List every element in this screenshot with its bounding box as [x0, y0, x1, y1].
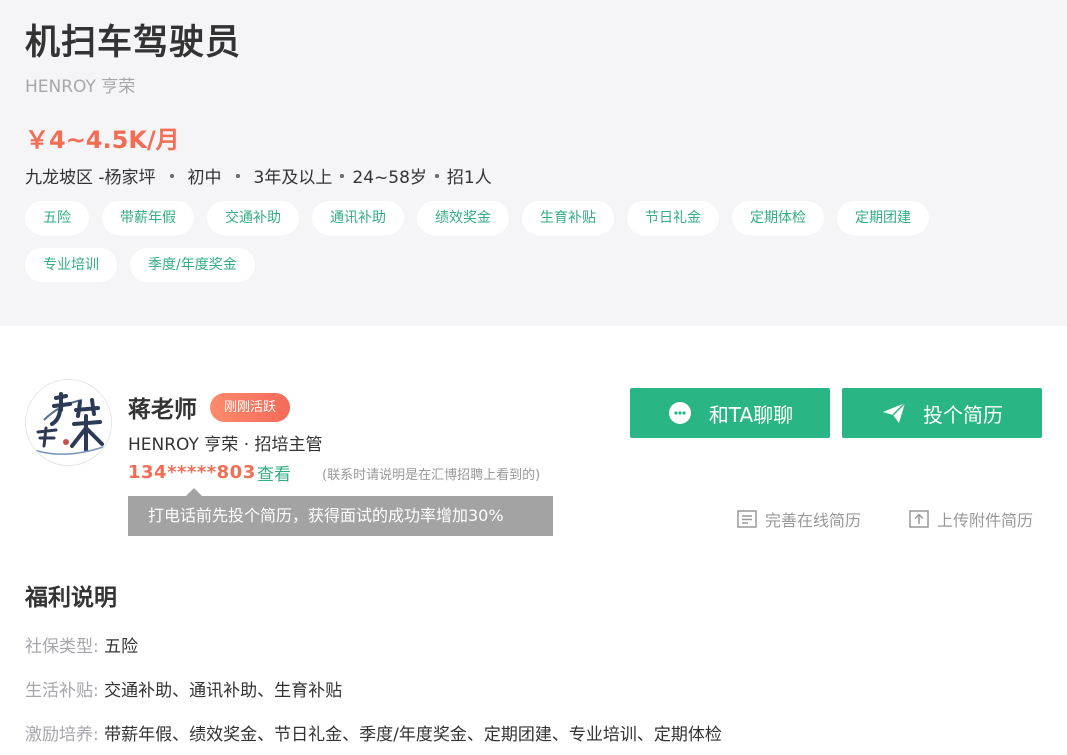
- document-icon: [737, 510, 757, 528]
- job-title: 机扫车驾驶员: [25, 23, 242, 63]
- experience: 3年及以上: [253, 168, 333, 188]
- online-resume-label: 完善在线简历: [765, 511, 862, 530]
- benefit-row-value: 交通补助、通讯补助、生育补贴: [104, 681, 343, 701]
- benefit-tags: 五险 带薪年假 交通补助 通讯补助 绩效奖金 生育补贴 节日礼金 定期体检 定期…: [25, 201, 1025, 282]
- upload-icon: [909, 510, 929, 528]
- benefit-tag: 通讯补助: [312, 201, 404, 235]
- paper-plane-icon: [881, 400, 907, 426]
- benefit-tag: 季度/年度奖金: [130, 248, 255, 282]
- apply-tip-tooltip: 打电话前先投个简历，获得面试的成功率增加30%: [128, 488, 553, 536]
- benefit-tag: 交通补助: [207, 201, 299, 235]
- benefit-tag: 专业培训: [25, 248, 117, 282]
- active-status-badge: 刚刚活跃: [210, 393, 291, 422]
- benefit-tag: 五险: [25, 201, 89, 235]
- headcount: 招1人: [446, 168, 492, 188]
- benefit-row-key: 激励培养:: [25, 725, 99, 745]
- benefit-row-key: 社保类型:: [25, 637, 99, 657]
- chat-button[interactable]: 和TA聊聊: [630, 388, 830, 438]
- benefit-row-value: 带薪年假、绩效奖金、节日礼金、季度/年度奖金、定期团建、专业培训、定期体检: [104, 725, 722, 745]
- phone-note: (联系时请说明是在汇博招聘上看到的): [322, 468, 541, 483]
- benefit-tag: 定期团建: [837, 201, 929, 235]
- company-name[interactable]: HENROY 亨荣: [25, 72, 135, 97]
- separator-dot: [434, 173, 439, 178]
- job-header: 机扫车驾驶员 HENROY 亨荣 ￥4~4.5K/月 九龙坡区 -杨家坪 初中 …: [0, 0, 1067, 326]
- hr-name: 蒋老师: [128, 397, 197, 423]
- view-phone-link[interactable]: 查看: [257, 460, 291, 485]
- benefit-row-key: 生活补贴:: [25, 681, 99, 701]
- hr-phone: 134*****803: [128, 462, 256, 483]
- benefit-tag: 绩效奖金: [417, 201, 509, 235]
- chat-button-label: 和TA聊聊: [708, 402, 794, 427]
- benefit-tag: 带薪年假: [102, 201, 194, 235]
- benefit-row-allowance: 生活补贴: 交通补助、通讯补助、生育补贴: [25, 676, 342, 701]
- hr-company-role: HENROY 亨荣 · 招培主管: [128, 435, 323, 455]
- education: 初中: [187, 168, 222, 188]
- benefit-row-insurance: 社保类型: 五险: [25, 632, 138, 657]
- apply-button-label: 投个简历: [923, 402, 1003, 427]
- benefit-row-incentive: 激励培养: 带薪年假、绩效奖金、节日礼金、季度/年度奖金、定期团建、专业培训、定…: [25, 720, 722, 745]
- upload-resume-label: 上传附件简历: [937, 511, 1034, 530]
- benefit-tag: 生育补贴: [522, 201, 614, 235]
- separator-dot: [235, 173, 240, 178]
- location: 九龙坡区 -杨家坪: [25, 168, 156, 188]
- benefit-tag: 定期体检: [732, 201, 824, 235]
- benefit-tag: 节日礼金: [627, 201, 719, 235]
- age-range: 24~58岁: [352, 168, 427, 188]
- company-logo-icon: [25, 379, 112, 466]
- separator-dot: [169, 173, 174, 178]
- apply-resume-button[interactable]: 投个简历: [842, 388, 1042, 438]
- benefit-row-value: 五险: [104, 637, 139, 657]
- upload-attachment-resume-link[interactable]: 上传附件简历: [909, 507, 1033, 531]
- chat-bubble-icon: [667, 400, 693, 426]
- separator-dot: [340, 173, 345, 178]
- salary: ￥4~4.5K/月: [25, 126, 180, 154]
- benefits-section-title: 福利说明: [25, 585, 117, 611]
- complete-online-resume-link[interactable]: 完善在线简历: [737, 507, 861, 531]
- job-requirements: 九龙坡区 -杨家坪 初中 3年及以上 24~58岁 招1人: [25, 163, 492, 188]
